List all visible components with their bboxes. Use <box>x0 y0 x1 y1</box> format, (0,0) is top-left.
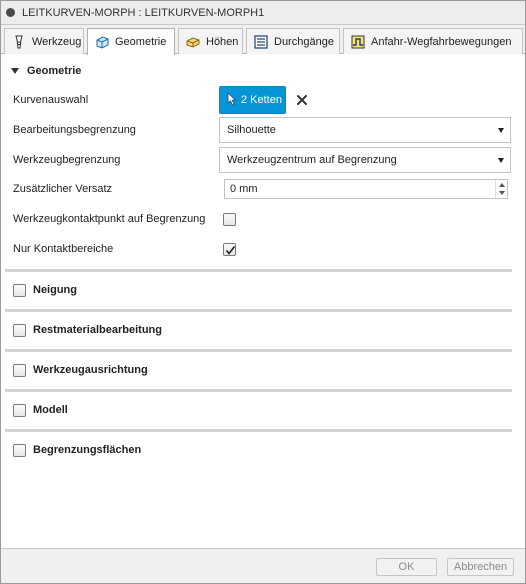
tool-containment-label: Werkzeugbegrenzung <box>13 154 121 166</box>
tab-label: Werkzeug <box>32 35 82 48</box>
tab-geometrie[interactable]: Geometrie <box>87 28 175 55</box>
offset-stepper[interactable] <box>495 180 507 198</box>
section-checkbox[interactable] <box>13 323 26 337</box>
machining-boundary-label: Bearbeitungsbegrenzung <box>13 124 136 136</box>
tab-label: Durchgänge <box>274 35 334 48</box>
operation-dialog: LEITKURVEN-MORPH : LEITKURVEN-MORPH1 Wer… <box>0 0 526 584</box>
cursor-arrow-icon <box>227 91 237 109</box>
section-checkbox[interactable] <box>13 403 26 417</box>
tab-label: Höhen <box>206 35 239 48</box>
tab-bar: Werkzeug Geometrie Höhen Durchgänge Anfa… <box>1 25 525 55</box>
section-checkbox[interactable] <box>13 363 26 377</box>
section-title: Modell <box>33 404 68 416</box>
additional-offset-value: 0 mm <box>230 183 258 195</box>
tab-hoehen[interactable]: Höhen <box>178 28 243 54</box>
spin-down-icon[interactable] <box>499 191 505 195</box>
contact-only-label: Nur Kontaktbereiche <box>13 243 114 255</box>
tab-anfahr-wegfahrbewegungen[interactable]: Anfahr-Wegfahrbewegungen <box>343 28 523 54</box>
selection-count: 2 Ketten <box>241 94 282 106</box>
ok-button[interactable]: OK <box>376 558 437 576</box>
section-werkzeugausrichtung[interactable]: Werkzeugausrichtung <box>1 355 525 385</box>
section-modell[interactable]: Modell <box>1 395 525 425</box>
tab-durchgaenge[interactable]: Durchgänge <box>246 28 340 54</box>
section-divider <box>5 309 512 312</box>
spin-up-icon[interactable] <box>499 183 505 187</box>
passes-icon <box>253 34 269 50</box>
close-icon[interactable] <box>295 93 309 107</box>
additional-offset-input[interactable]: 0 mm <box>224 179 508 199</box>
section-title: Begrenzungsflächen <box>33 444 142 456</box>
window-title: LEITKURVEN-MORPH : LEITKURVEN-MORPH1 <box>22 6 265 19</box>
tool-containment-value: Werkzeugzentrum auf Begrenzung <box>227 154 397 166</box>
contact-point-checkbox[interactable] <box>223 213 236 226</box>
additional-offset-label: Zusätzlicher Versatz <box>13 183 113 195</box>
linking-icon <box>350 34 366 50</box>
checkmark-icon <box>225 246 236 255</box>
heights-icon <box>185 34 201 50</box>
section-neigung[interactable]: Neigung <box>1 275 525 305</box>
geometry-cube-icon <box>94 34 110 50</box>
section-divider <box>5 349 512 352</box>
section-restmaterialbearbeitung[interactable]: Restmaterialbearbeitung <box>1 315 525 345</box>
section-geometrie-header[interactable]: Geometrie <box>1 56 525 86</box>
cancel-button[interactable]: Abbrechen <box>447 558 514 576</box>
machining-boundary-value: Silhouette <box>227 124 276 136</box>
contact-only-checkbox[interactable] <box>223 243 236 256</box>
title-bar: LEITKURVEN-MORPH : LEITKURVEN-MORPH1 <box>1 1 525 25</box>
machining-boundary-select[interactable]: Silhouette <box>219 117 511 143</box>
dialog-footer: OK Abbrechen <box>1 548 525 583</box>
section-checkbox[interactable] <box>13 443 26 457</box>
collapse-dot-icon[interactable] <box>6 8 15 17</box>
contact-point-label: Werkzeugkontaktpunkt auf Begrenzung <box>13 213 206 225</box>
tool-icon <box>11 34 27 50</box>
section-divider <box>5 429 512 432</box>
section-divider <box>5 389 512 392</box>
curve-selection-label: Kurvenauswahl <box>13 94 89 106</box>
tab-label: Geometrie <box>115 36 167 48</box>
section-divider <box>5 269 512 272</box>
chevron-down-icon <box>498 128 504 133</box>
tab-werkzeug[interactable]: Werkzeug <box>4 28 84 54</box>
chevron-down-icon <box>498 158 504 163</box>
section-title: Geometrie <box>27 65 82 77</box>
curve-selection-button[interactable]: 2 Ketten <box>219 86 286 114</box>
section-title: Neigung <box>33 284 77 296</box>
expand-triangle-icon <box>11 68 19 74</box>
section-begrenzungsflaechen[interactable]: Begrenzungsflächen <box>1 435 525 465</box>
tool-containment-select[interactable]: Werkzeugzentrum auf Begrenzung <box>219 147 511 173</box>
section-title: Werkzeugausrichtung <box>33 364 148 376</box>
section-checkbox[interactable] <box>13 283 26 297</box>
tab-label: Anfahr-Wegfahrbewegungen <box>371 35 512 48</box>
section-title: Restmaterialbearbeitung <box>33 324 162 336</box>
